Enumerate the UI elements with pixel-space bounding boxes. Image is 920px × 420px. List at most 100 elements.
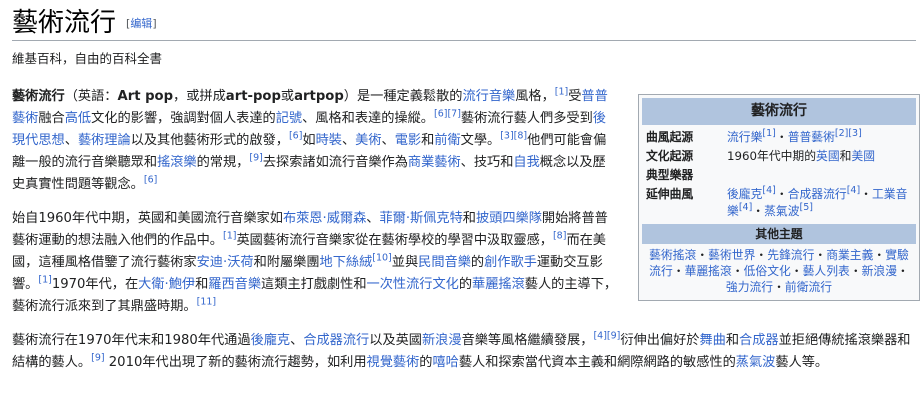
- link-post-punk[interactable]: 後龐克: [251, 333, 291, 348]
- link-brian-wilson[interactable]: 布萊恩·威爾森: [283, 211, 366, 226]
- link-semiotics[interactable]: 記號: [276, 111, 302, 126]
- link-pop[interactable]: 流行樂: [727, 130, 762, 144]
- topic-link[interactable]: 商業主義: [826, 248, 873, 262]
- infobox-row-instruments: 典型樂器: [642, 167, 916, 184]
- article: 藝術流行 [编辑] 維基百科，自由的百科全書 藝術流行（英語：Art pop，或…: [12, 2, 920, 370]
- ref-link[interactable]: [4]: [762, 185, 775, 196]
- topic-link[interactable]: 藝術世界: [708, 248, 755, 262]
- link-synthesizer[interactable]: 合成器: [739, 333, 779, 348]
- link-pop-music[interactable]: 流行音樂: [462, 89, 515, 104]
- topic-link[interactable]: 低俗文化: [744, 264, 791, 278]
- text: 、技巧和: [460, 155, 514, 170]
- infobox-subheader: 其他主題: [642, 224, 916, 244]
- link-pop-art[interactable]: 普普藝術: [788, 130, 835, 144]
- text: 的常規，: [196, 155, 250, 170]
- infobox-value: 後龐克[4]・合成器流行[4]・工業音樂[4]・蒸氣波[5]: [727, 186, 916, 220]
- ref-link[interactable]: [2][3]: [835, 128, 862, 139]
- paragraph-history: 始自1960年代中期，英國和美國流行音樂家如布萊恩·威爾森、菲爾·斯佩克特和披頭…: [12, 208, 618, 318]
- site-subtitle: 維基百科，自由的百科全書: [12, 51, 163, 66]
- link-synth-pop[interactable]: 合成器流行: [788, 187, 847, 201]
- link-us[interactable]: 美國: [851, 149, 875, 163]
- text: 和: [462, 211, 476, 226]
- link-commercial-art[interactable]: 商業藝術: [408, 155, 461, 170]
- ref-link[interactable]: [9]: [91, 353, 104, 364]
- ref-link[interactable]: [8]: [553, 231, 566, 242]
- topic-link[interactable]: 新浪漫: [862, 264, 897, 278]
- link-disposable-pop[interactable]: 一次性流行文化: [367, 277, 459, 292]
- ref-link[interactable]: [6]: [289, 131, 302, 142]
- link-glam-rock[interactable]: 華麗搖滾: [472, 277, 525, 292]
- link-folk[interactable]: 民間音樂: [418, 255, 471, 270]
- topic-link[interactable]: 華麗搖滾: [685, 264, 732, 278]
- link-david-bowie[interactable]: 大衛·鮑伊: [138, 277, 195, 292]
- text: 藝人等。: [775, 355, 829, 370]
- topic-link[interactable]: 強力流行: [726, 280, 773, 294]
- link-phil-spector[interactable]: 菲爾·斯佩克特: [379, 211, 462, 226]
- infobox-value: [727, 167, 916, 184]
- ref-link[interactable]: [1]: [223, 231, 236, 242]
- link-hip-hop[interactable]: 嘻哈: [432, 355, 458, 370]
- ref-link[interactable]: [11]: [197, 297, 217, 308]
- ref-link[interactable]: [4]: [739, 202, 752, 213]
- separator: ・: [696, 248, 709, 262]
- text: 並與: [391, 255, 419, 270]
- separator: ・: [873, 248, 886, 262]
- infobox-title: 藝術流行: [642, 98, 916, 125]
- link-art-theory[interactable]: 藝術理論: [78, 133, 131, 148]
- link-roxy-music[interactable]: 羅西音樂: [208, 277, 261, 292]
- text: 英國藝術流行音樂家從在藝術學校的學習中汲取靈感，: [236, 233, 553, 248]
- link-post-punk[interactable]: 後龐克: [727, 187, 762, 201]
- ref-link[interactable]: [1]: [555, 87, 568, 98]
- text: 的: [470, 255, 485, 270]
- link-self[interactable]: 自我: [513, 155, 539, 170]
- ref-link[interactable]: [1]: [38, 275, 51, 286]
- text: 、: [64, 133, 78, 148]
- infobox-label: 文化起源: [646, 149, 694, 163]
- ref-link[interactable]: [10]: [372, 253, 392, 264]
- ref-link[interactable]: [4]: [847, 185, 860, 196]
- text: 音樂等風格繼續發展，: [461, 333, 594, 348]
- separator: ・: [755, 248, 768, 262]
- infobox-value: 流行樂[1]・普普藝術[2][3]: [727, 129, 916, 146]
- link-fashion[interactable]: 時裝: [316, 133, 342, 148]
- text: 或: [280, 89, 295, 104]
- ref-link[interactable]: [1]: [762, 128, 775, 139]
- link-velvet-underground[interactable]: 地下絲絨: [320, 255, 373, 270]
- link-rock[interactable]: 搖滾樂: [157, 155, 197, 170]
- ref-link[interactable]: [4][9]: [593, 331, 620, 342]
- link-new-romantic[interactable]: 新浪漫: [422, 333, 462, 348]
- link-film[interactable]: 電影: [395, 133, 421, 148]
- infobox-row-derived: 延伸曲風 後龐克[4]・合成器流行[4]・工業音樂[4]・蒸氣波[5]: [642, 186, 916, 220]
- text: 和: [725, 333, 740, 348]
- link-beatles[interactable]: 披頭四樂隊: [476, 211, 542, 226]
- topic-link[interactable]: 藝人列表: [803, 264, 850, 278]
- link-warhol[interactable]: 安迪·沃荷: [197, 255, 254, 270]
- topic-link[interactable]: 先鋒流行: [767, 248, 814, 262]
- text: 2010年代出現了新的藝術流行趨勢，如利用: [104, 355, 367, 370]
- separator: ・: [672, 264, 685, 278]
- term-bold: Art pop: [117, 89, 174, 104]
- ref-link[interactable]: [9]: [249, 153, 262, 164]
- text: 這類主打戲劇性和: [261, 277, 367, 292]
- ref-link[interactable]: [3][8]: [500, 131, 527, 142]
- link-visual-art[interactable]: 視覺藝術: [367, 355, 420, 370]
- link-singer-songwriter[interactable]: 創作歌手: [484, 255, 537, 270]
- link-high-low[interactable]: 高低: [65, 111, 91, 126]
- link-avant-garde[interactable]: 前衛: [434, 133, 460, 148]
- link-vaporwave[interactable]: 蒸氣波: [736, 355, 776, 370]
- link-synth-pop[interactable]: 合成器流行: [303, 333, 369, 348]
- link-vaporwave[interactable]: 蒸氣波: [764, 204, 799, 218]
- infobox-row-origin: 曲風起源 流行樂[1]・普普藝術[2][3]: [642, 129, 916, 146]
- link-fine-art[interactable]: 美術: [355, 133, 381, 148]
- ref-link[interactable]: [5]: [800, 202, 813, 213]
- edit-section: [编辑]: [126, 17, 157, 30]
- link-dance[interactable]: 舞曲: [699, 333, 725, 348]
- topic-link[interactable]: 前衛流行: [785, 280, 832, 294]
- link-uk[interactable]: 英國: [816, 149, 840, 163]
- edit-link[interactable]: 编辑: [130, 17, 152, 30]
- topic-link[interactable]: 藝術搖滾: [649, 248, 696, 262]
- ref-link[interactable]: [6][7]: [434, 109, 461, 120]
- text: ，或拼成: [173, 89, 226, 104]
- ref-link[interactable]: [6]: [144, 175, 157, 186]
- separator: ・: [775, 130, 788, 144]
